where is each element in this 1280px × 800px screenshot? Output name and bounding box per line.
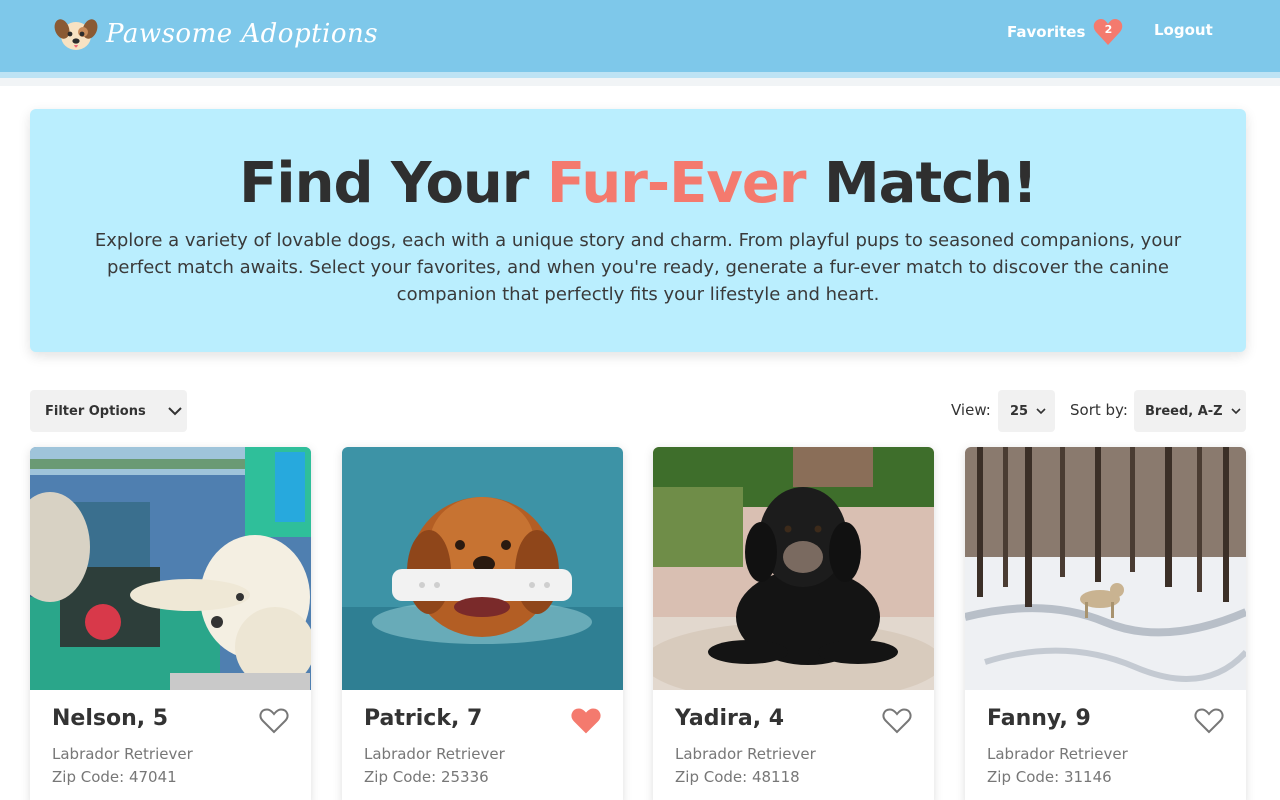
- chevron-down-icon: [168, 406, 182, 415]
- dog-photo: [965, 447, 1246, 690]
- favorites-count: 2: [1104, 23, 1113, 36]
- heart-outline-icon[interactable]: [882, 708, 912, 734]
- heart-filled-icon[interactable]: [571, 708, 601, 734]
- dog-breed: Labrador Retriever: [987, 745, 1128, 763]
- hero-title-accent: Fur-Ever: [546, 151, 807, 216]
- hero-title: Find Your Fur-Ever Match!: [30, 151, 1246, 216]
- dog-zip-code: Zip Code: 31146: [987, 768, 1112, 786]
- dog-zip-code: Zip Code: 25336: [364, 768, 489, 786]
- view-count-value: 25: [1010, 403, 1029, 419]
- favorites-link[interactable]: Favorites 2: [1007, 18, 1123, 46]
- dog-breed: Labrador Retriever: [675, 745, 816, 763]
- dog-card[interactable]: Fanny, 9 Labrador Retriever Zip Code: 31…: [965, 447, 1246, 800]
- dog-name: Yadira, 4: [675, 706, 785, 731]
- filter-options-button[interactable]: Filter Options: [30, 390, 187, 432]
- sort-label: Sort by:: [1070, 401, 1128, 419]
- dog-zip-code: Zip Code: 48118: [675, 768, 800, 786]
- dog-face-icon: [54, 19, 98, 50]
- filter-options-label: Filter Options: [45, 403, 146, 419]
- chevron-down-icon: [1231, 407, 1241, 414]
- heart-outline-icon[interactable]: [1194, 708, 1224, 734]
- dog-photo: [30, 447, 311, 690]
- hero-description: Explore a variety of lovable dogs, each …: [94, 230, 1182, 305]
- dog-breed: Labrador Retriever: [364, 745, 505, 763]
- hero-title-part2: Match!: [805, 151, 1038, 216]
- dog-card[interactable]: Patrick, 7 Labrador Retriever Zip Code: …: [342, 447, 623, 800]
- sort-value: Breed, A-Z: [1145, 403, 1223, 419]
- dog-name: Fanny, 9: [987, 706, 1091, 731]
- sort-select[interactable]: Breed, A-Z: [1134, 390, 1246, 432]
- view-label: View:: [951, 401, 991, 419]
- chevron-down-icon: [1036, 407, 1046, 414]
- dog-zip-code: Zip Code: 47041: [52, 768, 177, 786]
- dog-card[interactable]: Yadira, 4 Labrador Retriever Zip Code: 4…: [653, 447, 934, 800]
- favorites-label: Favorites: [1007, 23, 1086, 41]
- dog-name: Nelson, 5: [52, 706, 169, 731]
- hero-banner: Find Your Fur-Ever Match! Explore a vari…: [30, 109, 1246, 352]
- header-shadow: [0, 78, 1280, 86]
- app-title: Pawsome Adoptions: [106, 19, 379, 49]
- heart-outline-icon[interactable]: [259, 708, 289, 734]
- app-logo[interactable]: Pawsome Adoptions: [54, 14, 378, 54]
- dog-breed: Labrador Retriever: [52, 745, 193, 763]
- view-count-select[interactable]: 25: [998, 390, 1055, 432]
- dog-name: Patrick, 7: [364, 706, 483, 731]
- dog-card[interactable]: Nelson, 5 Labrador Retriever Zip Code: 4…: [30, 447, 311, 800]
- logout-link[interactable]: Logout: [1154, 21, 1213, 43]
- dog-photo: [653, 447, 934, 690]
- favorites-count-badge: 2: [1093, 18, 1123, 46]
- dog-photo: [342, 447, 623, 690]
- hero-title-part1: Find Your: [239, 151, 547, 216]
